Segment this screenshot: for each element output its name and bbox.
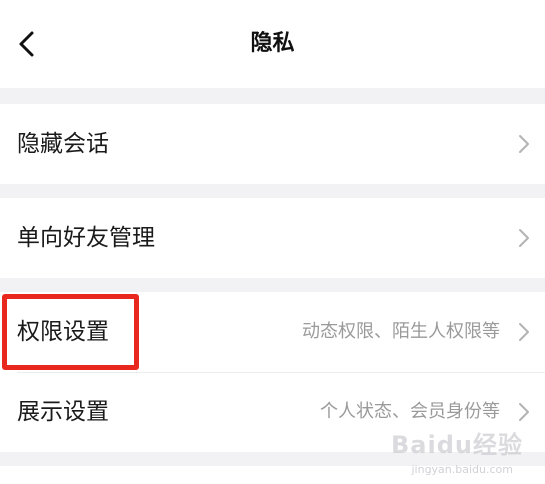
row-label: 单向好友管理	[17, 225, 155, 251]
page-title: 隐私	[250, 31, 295, 56]
chevron-right-icon	[519, 229, 529, 247]
chevron-right-icon	[519, 323, 529, 341]
group-one-way-friends: 单向好友管理	[0, 198, 545, 278]
nav-header: 隐私	[0, 0, 545, 88]
watermark-logo: Baidu经验	[391, 431, 523, 459]
chevron-right-icon	[519, 403, 529, 421]
group-hidden-chats: 隐藏会话	[0, 104, 545, 184]
watermark-url: jingyan.baidu.com	[411, 463, 513, 476]
row-detail: 动态权限、陌生人权限等	[302, 321, 500, 342]
row-hidden-chats[interactable]: 隐藏会话	[0, 104, 545, 184]
row-detail: 个人状态、会员身份等	[320, 401, 500, 422]
chevron-right-icon	[519, 135, 529, 153]
row-label: 展示设置	[17, 399, 109, 425]
highlight-box	[2, 294, 139, 370]
row-one-way-friends[interactable]: 单向好友管理	[0, 198, 545, 278]
row-label: 隐藏会话	[17, 131, 109, 157]
